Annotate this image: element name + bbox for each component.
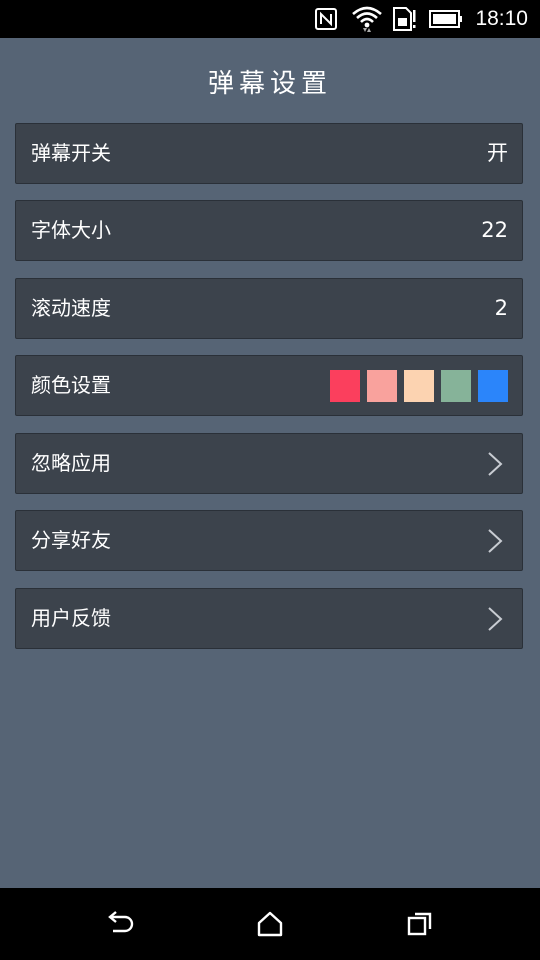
color-swatches: [323, 370, 508, 402]
page-title: 弹幕设置: [207, 69, 332, 99]
color-swatch-peach[interactable]: [404, 370, 434, 402]
feedback-row[interactable]: 用户反馈: [15, 588, 523, 649]
share-friends-label: 分享好友: [31, 528, 111, 552]
ignore-apps-row[interactable]: 忽略应用: [15, 433, 523, 494]
chevron-right-icon: [486, 606, 504, 632]
scroll-speed-row[interactable]: 滚动速度 2: [15, 278, 523, 339]
navigation-bar: [0, 888, 540, 960]
font-size-row[interactable]: 字体大小 22: [15, 200, 523, 261]
danmaku-switch-value: 开: [487, 141, 508, 165]
share-friends-row[interactable]: 分享好友: [15, 510, 523, 571]
color-swatch-blue[interactable]: [478, 370, 508, 402]
settings-screen: 弹幕设置 弹幕开关 开 字体大小 22 滚动速度 2 颜色设置 忽略应用 分享好…: [0, 38, 540, 888]
chevron-right-icon: [486, 528, 504, 554]
color-settings-label: 颜色设置: [31, 373, 111, 397]
status-time: 18:10: [475, 7, 528, 30]
scroll-speed-value: 2: [494, 296, 508, 320]
font-size-label: 字体大小: [31, 218, 111, 242]
danmaku-switch-row[interactable]: 弹幕开关 开: [15, 123, 523, 184]
home-icon[interactable]: [250, 906, 290, 942]
ignore-apps-label: 忽略应用: [31, 451, 111, 475]
color-swatch-green[interactable]: [441, 370, 471, 402]
recents-icon[interactable]: [400, 906, 440, 942]
danmaku-switch-label: 弹幕开关: [31, 141, 111, 165]
color-settings-row: 颜色设置: [15, 355, 523, 416]
font-size-value: 22: [481, 218, 508, 242]
back-icon[interactable]: [100, 906, 140, 942]
wifi-icon: [350, 4, 384, 34]
chevron-right-icon: [486, 451, 504, 477]
sim-icon: [390, 4, 418, 34]
nfc-icon: [314, 4, 338, 34]
color-swatch-pink[interactable]: [367, 370, 397, 402]
battery-icon: [428, 4, 464, 34]
scroll-speed-label: 滚动速度: [31, 296, 111, 320]
status-bar: 18:10: [0, 0, 540, 38]
feedback-label: 用户反馈: [31, 606, 111, 630]
color-swatch-red[interactable]: [330, 370, 360, 402]
